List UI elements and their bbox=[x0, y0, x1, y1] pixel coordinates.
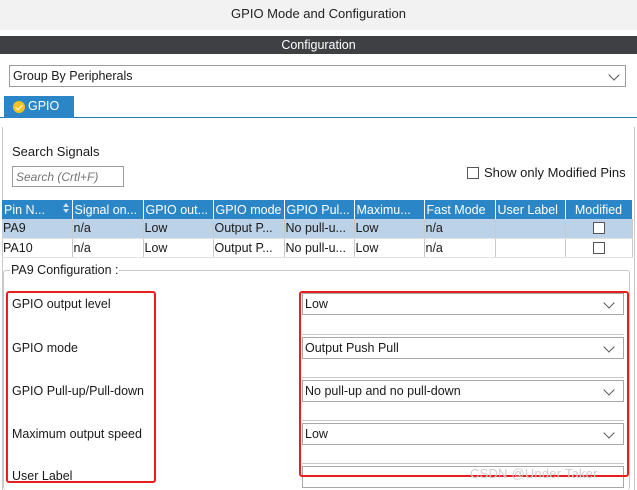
cell-output: Low bbox=[143, 238, 214, 258]
column-header-pin[interactable]: Pin N... bbox=[2, 200, 73, 219]
modified-checkbox[interactable] bbox=[592, 241, 605, 254]
column-header-max-speed[interactable]: Maximu... bbox=[354, 200, 425, 219]
check-circle-icon bbox=[13, 101, 25, 113]
column-header-signal[interactable]: Signal on... bbox=[72, 200, 144, 219]
table-header-row: Pin N... Signal on... GPIO out... GPIO m… bbox=[2, 200, 633, 219]
modified-checkbox[interactable] bbox=[592, 222, 605, 235]
cell-modified bbox=[565, 238, 633, 258]
highlight-box-values bbox=[299, 291, 629, 477]
pin-table: Pin N... Signal on... GPIO out... GPIO m… bbox=[2, 200, 633, 258]
cell-user-label bbox=[495, 238, 566, 258]
show-modified-label: Show only Modified Pins bbox=[484, 165, 626, 180]
column-header-gpio-output[interactable]: GPIO out... bbox=[143, 200, 214, 219]
cell-signal: n/a bbox=[72, 238, 144, 258]
cell-pull: No pull-u... bbox=[284, 219, 355, 239]
cell-pin: PA9 bbox=[2, 219, 73, 239]
chevron-down-icon bbox=[608, 69, 620, 81]
cell-user-label bbox=[495, 219, 566, 239]
search-signals-label: Search Signals bbox=[12, 144, 100, 159]
watermark: CSDN @Under Taker bbox=[470, 466, 598, 481]
tab-gpio-label: GPIO bbox=[28, 99, 60, 113]
cell-mode: Output P... bbox=[213, 219, 285, 239]
group-by-select[interactable]: Group By Peripherals bbox=[9, 65, 626, 87]
column-header-user-label[interactable]: User Label bbox=[495, 200, 566, 219]
cell-mode: Output P... bbox=[213, 238, 285, 258]
highlight-box-labels bbox=[6, 291, 156, 483]
column-header-gpio-mode[interactable]: GPIO mode bbox=[213, 200, 285, 219]
cell-modified bbox=[565, 219, 633, 239]
table-row[interactable]: PA9 n/a Low Output P... No pull-u... Low… bbox=[2, 219, 633, 239]
cell-speed: Low bbox=[354, 219, 425, 239]
cell-pin: PA10 bbox=[2, 238, 73, 258]
column-header-modified[interactable]: Modified bbox=[565, 200, 633, 219]
column-header-gpio-pull[interactable]: GPIO Pul... bbox=[284, 200, 355, 219]
table-row[interactable]: PA10 n/a Low Output P... No pull-u... Lo… bbox=[2, 238, 633, 258]
cell-output: Low bbox=[143, 219, 214, 239]
search-input[interactable] bbox=[12, 166, 124, 187]
column-header-fast-mode[interactable]: Fast Mode bbox=[424, 200, 496, 219]
cell-speed: Low bbox=[354, 238, 425, 258]
tab-strip-line bbox=[0, 117, 637, 118]
show-modified-checkbox[interactable] bbox=[467, 167, 479, 179]
cell-fast-mode: n/a bbox=[424, 219, 496, 239]
sort-icon bbox=[62, 203, 69, 215]
pa9-configuration-legend: PA9 Configuration : bbox=[10, 263, 120, 277]
tab-gpio[interactable]: GPIO bbox=[4, 96, 74, 118]
window-title: GPIO Mode and Configuration bbox=[0, 0, 637, 30]
cell-signal: n/a bbox=[72, 219, 144, 239]
group-by-select-value: Group By Peripherals bbox=[13, 69, 133, 83]
cell-fast-mode: n/a bbox=[424, 238, 496, 258]
cell-pull: No pull-u... bbox=[284, 238, 355, 258]
configuration-header: Configuration bbox=[0, 36, 637, 54]
